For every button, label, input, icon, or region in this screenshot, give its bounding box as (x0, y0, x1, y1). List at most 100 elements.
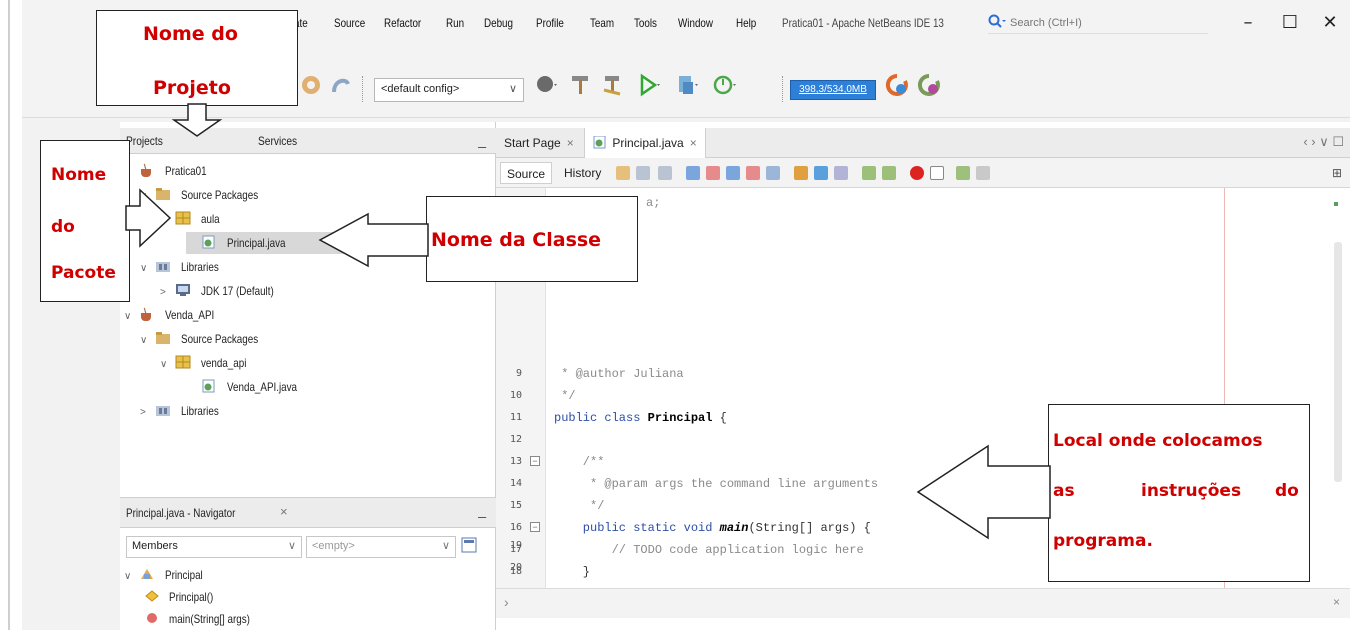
code-line: // TODO code application logic here (554, 543, 864, 557)
menu-item-profile[interactable]: Profile (536, 16, 564, 30)
uncomment-icon[interactable] (976, 166, 990, 180)
minimize-panel-icon[interactable]: _ (478, 132, 486, 148)
editor-nav-controls[interactable]: ‹ › ∨ ☐ (1303, 134, 1344, 150)
globe-icon[interactable] (534, 72, 560, 98)
callout-text: as (1053, 481, 1075, 501)
callout-package-name: Nome do Pacote (40, 140, 130, 302)
find-previous-icon[interactable] (706, 166, 720, 180)
close-icon[interactable]: × (1333, 595, 1340, 609)
tree-item-libraries[interactable]: > Libraries (140, 400, 494, 422)
close-button[interactable]: ✕ (1310, 8, 1350, 38)
members-select[interactable]: Members ∨ (126, 536, 302, 558)
undo-icon[interactable] (328, 72, 354, 98)
profile-icon[interactable] (712, 72, 738, 98)
jdk-icon (175, 282, 193, 296)
vertical-scrollbar[interactable] (1334, 242, 1342, 482)
redo-icon[interactable] (298, 72, 324, 98)
menu-item-run[interactable]: Run (446, 16, 464, 30)
menu-item-tools[interactable]: Tools (634, 16, 657, 30)
expand-arrow-icon[interactable]: ∨ (124, 566, 136, 588)
toggle-highlight-icon[interactable] (746, 166, 760, 180)
page-gutter (0, 0, 22, 630)
close-icon[interactable]: × (567, 136, 574, 150)
menu-item-team[interactable]: Team (590, 16, 614, 30)
config-select-value: <default config> (381, 83, 460, 95)
tree-item-label: Principal (164, 568, 203, 582)
profiler-snapshot-icon[interactable] (916, 72, 942, 98)
gc-icon[interactable] (884, 72, 910, 98)
editor-source-bar: Source History ⊞ (496, 158, 1350, 188)
tab-principal-java[interactable]: Principal.java × (584, 128, 706, 158)
minimize-panel-icon[interactable]: _ (478, 502, 486, 518)
shift-right-icon[interactable] (882, 166, 896, 180)
chevron-down-icon: ∨ (508, 83, 517, 95)
prev-bookmark-icon[interactable] (794, 166, 808, 180)
tree-item-venda-api-java[interactable]: Venda_API.java (186, 376, 486, 398)
menu-item-window[interactable]: Window (678, 16, 713, 30)
back-icon[interactable] (636, 166, 650, 180)
sort-icon[interactable] (460, 536, 480, 556)
menu-item-help[interactable]: Help (736, 16, 756, 30)
callout-arrow-class (318, 212, 429, 268)
close-icon[interactable]: × (280, 504, 288, 519)
minimize-button[interactable]: – (1228, 8, 1268, 38)
stop-macro-icon[interactable] (930, 166, 944, 180)
find-selection-icon[interactable] (686, 166, 700, 180)
expand-arrow-icon[interactable]: ∨ (160, 354, 172, 376)
menu-item-debug[interactable]: Debug (484, 16, 513, 30)
horizontal-scroll-area[interactable]: › × (496, 588, 1350, 618)
toggle-rect-select-icon[interactable] (766, 166, 780, 180)
expand-arrow-icon[interactable]: > (140, 402, 152, 424)
navigator-constructor[interactable]: Principal() (144, 586, 424, 608)
expand-arrow-icon[interactable]: > (160, 282, 172, 304)
build-hammer-icon[interactable] (568, 72, 594, 98)
last-edit-icon[interactable] (616, 166, 630, 180)
tab-label: Principal.java (612, 136, 684, 150)
code-line: * @author Juliana (554, 367, 684, 381)
clean-build-icon[interactable] (600, 72, 626, 98)
history-button[interactable]: History (558, 162, 607, 184)
find-next-icon[interactable] (726, 166, 740, 180)
fold-collapse-icon[interactable]: − (530, 456, 540, 466)
callout-text: Pacote (51, 263, 116, 283)
source-button[interactable]: Source (500, 162, 553, 184)
close-icon[interactable]: × (690, 136, 697, 150)
tree-item-package-venda-api[interactable]: ∨ venda_api (160, 352, 494, 374)
line-number: 11 (509, 412, 522, 423)
menu-item-source[interactable]: Source (334, 16, 365, 30)
line-number: 12 (509, 434, 522, 445)
next-bookmark-icon[interactable] (814, 166, 828, 180)
forward-icon[interactable] (658, 166, 672, 180)
callout-text: do (51, 217, 75, 237)
navigator-class-principal[interactable]: ∨ Principal (124, 564, 424, 586)
search-input[interactable] (1010, 14, 1200, 32)
start-macro-icon[interactable] (910, 166, 924, 180)
maximize-button[interactable]: ☐ (1270, 8, 1310, 38)
tree-item-venda-api[interactable]: ∨ Venda_API (124, 304, 494, 326)
navigator-method-main[interactable]: main(String[] args) (144, 608, 424, 628)
tab-projects[interactable]: Projects (126, 134, 163, 148)
menu-item-refactor[interactable]: Refactor (384, 16, 421, 30)
debug-icon[interactable] (674, 72, 700, 98)
split-editor-icon[interactable]: ⊞ (1332, 166, 1342, 180)
run-icon[interactable] (636, 72, 662, 98)
scroll-left-icon[interactable]: › (504, 594, 509, 610)
fold-collapse-icon[interactable]: − (530, 522, 540, 532)
toggle-bookmark-icon[interactable] (834, 166, 848, 180)
tab-start-page[interactable]: Start Page × (496, 128, 582, 158)
expand-arrow-icon[interactable]: ∨ (140, 330, 152, 352)
filter-select[interactable]: <empty> ∨ (306, 536, 456, 558)
memory-usage-bar[interactable]: 398,3/534,0MB (790, 80, 876, 100)
tree-item-source-packages[interactable]: ∨ Source Packages (140, 328, 494, 350)
navigator-tab[interactable]: Principal.java - Navigator × _ (120, 498, 496, 528)
config-select[interactable]: <default config> ∨ (374, 78, 524, 102)
shift-left-icon[interactable] (862, 166, 876, 180)
project-coffee-icon (139, 306, 157, 321)
expand-arrow-icon[interactable]: ∨ (124, 306, 136, 328)
editor-tabs: Start Page × Principal.java × ‹ › ∨ ☐ (496, 128, 1350, 158)
line-number: 9 (515, 368, 522, 379)
tree-item-jdk[interactable]: > JDK 17 (Default) (160, 280, 494, 302)
search-icon[interactable] (988, 14, 1008, 32)
comment-icon[interactable] (956, 166, 970, 180)
search-box (988, 12, 1208, 34)
